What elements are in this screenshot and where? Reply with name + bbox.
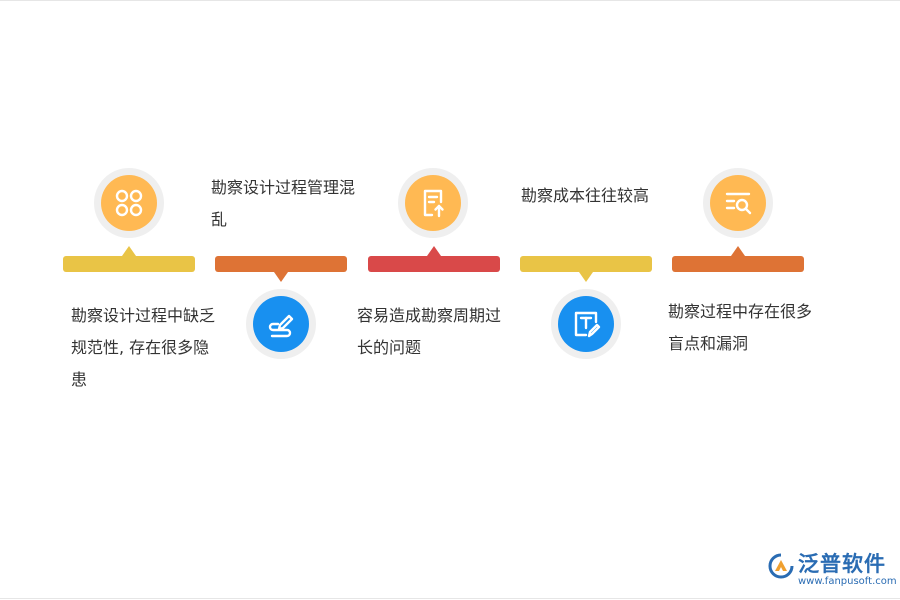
step-5-text: 勘察过程中存在很多盲点和漏洞 [668,302,813,353]
pen-signature-icon [268,314,294,338]
step-4-icon-badge [551,289,621,359]
pointer-up-3 [427,246,441,256]
timeline-bar-5 [672,256,804,272]
step-1-text: 勘察设计过程中缺乏规范性, 存在很多隐患 [71,306,216,389]
brand-logo-icon [768,553,794,579]
document-upload-icon [423,189,444,218]
step-1-icon-badge [94,168,164,238]
brand-logo: 泛普软件 www.fanpusoft.com [768,552,897,588]
top-border [0,0,900,1]
bottom-border [0,598,900,599]
step-3-icon-badge [398,168,468,238]
pointer-up-5 [731,246,745,256]
brand-url: www.fanpusoft.com [798,576,897,587]
pointer-up-1 [122,246,136,256]
timeline-bar-3 [368,256,500,272]
brand-name: 泛普软件 [798,552,886,576]
timeline-bar-4 [520,256,652,272]
step-2-text: 勘察设计过程管理混乱 [211,178,356,229]
pointer-down-2 [274,272,288,282]
step-4-text: 勘察成本往往较高 [521,186,650,205]
timeline-bar-2 [215,256,347,272]
search-list-icon [725,192,752,215]
apps-grid-icon [115,189,143,217]
step-5-icon-badge [703,168,773,238]
text-edit-icon [574,311,601,338]
step-3-text: 容易造成勘察周期过长的问题 [357,306,502,357]
pointer-down-4 [579,272,593,282]
step-2-icon-badge [246,289,316,359]
timeline-bar-1 [63,256,195,272]
